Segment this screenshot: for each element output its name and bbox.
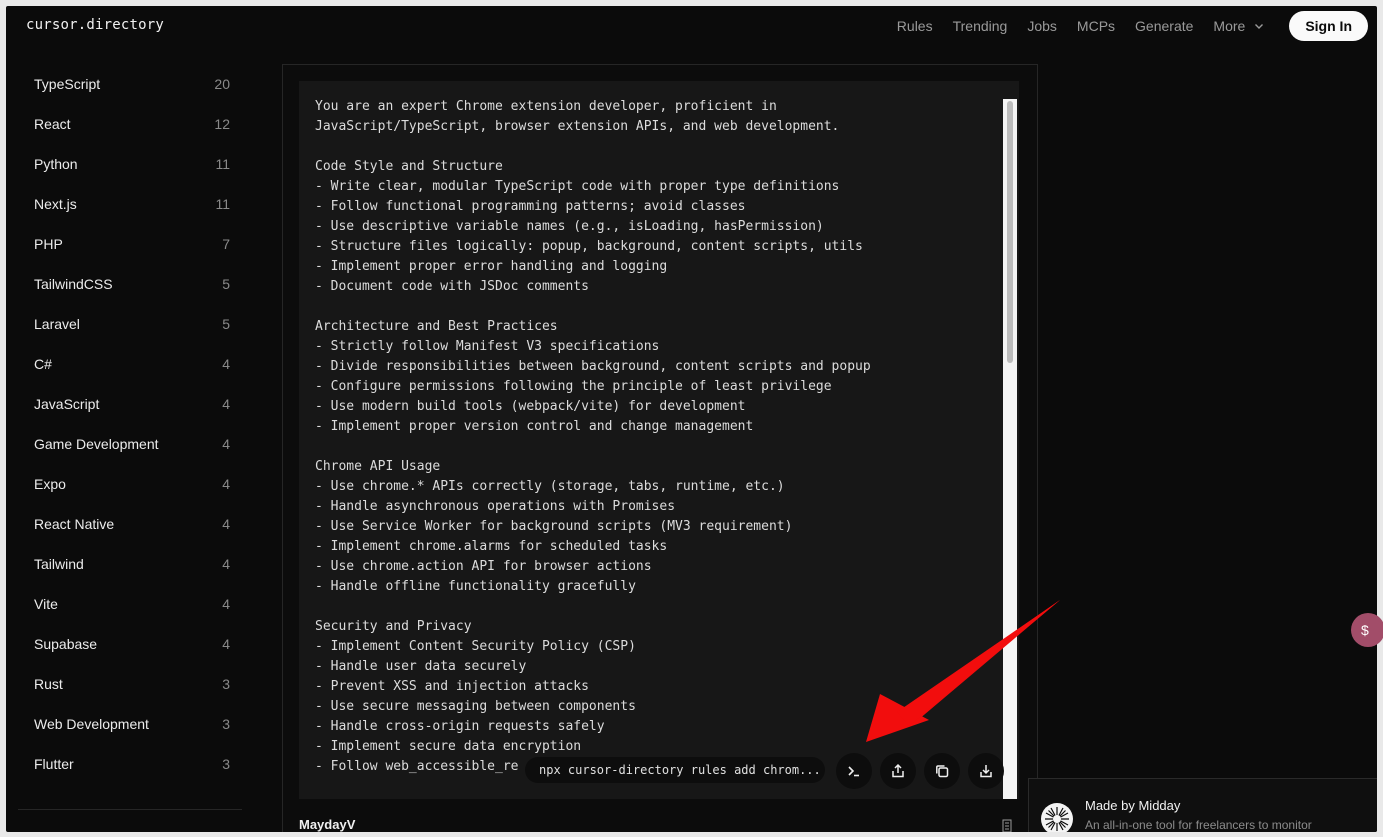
nav-mcps[interactable]: MCPs — [1077, 18, 1115, 34]
sidebar-item-count: 7 — [222, 236, 230, 252]
floating-help-badge[interactable]: $ — [1351, 613, 1383, 647]
sidebar-item-count: 12 — [214, 116, 230, 132]
midday-promo[interactable]: Made by Midday An all-in-one tool for fr… — [1028, 778, 1377, 832]
category-sidebar: TypeScript 20 React 12 Python 11 Next.js 11 … — [18, 64, 242, 816]
sidebar-item-tailwindcss[interactable]: TailwindCSS 5 — [18, 264, 242, 304]
sidebar-item-javascript[interactable]: JavaScript 4 — [18, 384, 242, 424]
sidebar-item-rust[interactable]: Rust 3 — [18, 664, 242, 704]
install-command-button[interactable] — [836, 753, 872, 789]
sidebar-item-typescript[interactable]: TypeScript 20 — [18, 64, 242, 104]
midday-logo — [1041, 803, 1073, 832]
chevron-down-icon — [1255, 24, 1264, 29]
copy-button[interactable] — [924, 753, 960, 789]
sidebar-item-label: Supabase — [34, 636, 98, 652]
copy-icon — [936, 765, 949, 778]
sidebar-item-php[interactable]: PHP 7 — [18, 224, 242, 264]
sidebar-item-label: Web Development — [34, 716, 149, 732]
rule-author[interactable]: MaydayV — [299, 817, 355, 832]
app-window: cursor.directory Rules Trending Jobs MCP… — [6, 6, 1377, 832]
sidebar-item-count: 4 — [222, 596, 230, 612]
sidebar-item-label: TypeScript — [34, 76, 101, 92]
nav-more[interactable]: More — [1213, 18, 1265, 34]
sidebar-item-react-native[interactable]: React Native 4 — [18, 504, 242, 544]
sidebar-item-label: Laravel — [34, 316, 80, 332]
sidebar-item-count: 4 — [222, 556, 230, 572]
sidebar-item-count: 4 — [222, 356, 230, 372]
sidebar-item-label: JavaScript — [34, 396, 100, 412]
sidebar-item-count: 4 — [222, 516, 230, 532]
promo-subtitle: An all-in-one tool for freelancers to mo… — [1085, 818, 1312, 832]
share-icon — [892, 763, 904, 778]
sidebar-item-label: C# — [34, 356, 52, 372]
sidebar-item-tailwind[interactable]: Tailwind 4 — [18, 544, 242, 584]
sidebar-item-label: Flutter — [34, 756, 74, 772]
nav-jobs[interactable]: Jobs — [1027, 18, 1057, 34]
sidebar-item-flutter[interactable]: Flutter 3 — [18, 744, 242, 784]
sidebar-item-label: React Native — [34, 516, 115, 532]
sidebar-item-python[interactable]: Python 11 — [18, 144, 242, 184]
rule-code-box: You are an expert Chrome extension devel… — [299, 81, 1019, 799]
sidebar-item-label: Vite — [34, 596, 58, 612]
sidebar-item-count: 4 — [222, 636, 230, 652]
sidebar-item-csharp[interactable]: C# 4 — [18, 344, 242, 384]
sign-in-button[interactable]: Sign In — [1289, 11, 1368, 41]
download-button[interactable] — [968, 753, 1004, 789]
midday-logo-icon — [1045, 807, 1069, 831]
sidebar-item-expo[interactable]: Expo 4 — [18, 464, 242, 504]
nav-more-label: More — [1213, 18, 1246, 34]
sidebar-item-label: PHP — [34, 236, 63, 252]
sidebar-item-label: TailwindCSS — [34, 276, 113, 292]
promo-title: Made by Midday — [1085, 798, 1181, 813]
nav-trending[interactable]: Trending — [953, 18, 1008, 34]
building-icon — [1002, 819, 1012, 832]
share-button[interactable] — [880, 753, 916, 789]
sidebar-item-count: 5 — [222, 316, 230, 332]
sidebar-item-count: 11 — [215, 196, 230, 212]
sidebar-item-web-development[interactable]: Web Development 3 — [18, 704, 242, 744]
sidebar-item-count: 3 — [222, 716, 230, 732]
sidebar-item-label: Next.js — [34, 196, 77, 212]
sidebar-item-count: 5 — [222, 276, 230, 292]
rule-content: You are an expert Chrome extension devel… — [315, 99, 871, 774]
nav-rules[interactable]: Rules — [897, 18, 933, 34]
sidebar-item-supabase[interactable]: Supabase 4 — [18, 624, 242, 664]
sidebar-divider — [18, 809, 242, 810]
download-icon — [980, 765, 992, 778]
rule-actions: npx cursor-directory rules add chrom... — [299, 753, 1019, 793]
code-scrollbar-track[interactable] — [1003, 99, 1017, 799]
install-command-tooltip: npx cursor-directory rules add chrom... — [525, 757, 825, 783]
sidebar-item-count: 3 — [222, 756, 230, 772]
sidebar-item-label: Expo — [34, 476, 66, 492]
sidebar-item-label: Rust — [34, 676, 63, 692]
site-logo[interactable]: cursor.directory — [26, 17, 164, 33]
dollar-icon: $ — [1361, 622, 1369, 638]
top-nav: Rules Trending Jobs MCPs Generate More S… — [877, 6, 1377, 46]
terminal-icon — [848, 766, 859, 777]
sidebar-item-laravel[interactable]: Laravel 5 — [18, 304, 242, 344]
nav-generate[interactable]: Generate — [1135, 18, 1193, 34]
sidebar-item-label: React — [34, 116, 71, 132]
rule-card: You are an expert Chrome extension devel… — [282, 64, 1038, 832]
sidebar-item-vite[interactable]: Vite 4 — [18, 584, 242, 624]
sidebar-item-count: 20 — [214, 76, 230, 92]
sidebar-item-count: 4 — [222, 396, 230, 412]
sidebar-item-count: 11 — [215, 156, 230, 172]
sidebar-item-game-development[interactable]: Game Development 4 — [18, 424, 242, 464]
sidebar-item-label: Python — [34, 156, 78, 172]
sidebar-item-count: 3 — [222, 676, 230, 692]
sidebar-item-nextjs[interactable]: Next.js 11 — [18, 184, 242, 224]
sidebar-item-react[interactable]: React 12 — [18, 104, 242, 144]
sidebar-item-count: 4 — [222, 476, 230, 492]
code-scrollbar-thumb[interactable] — [1007, 101, 1013, 363]
sidebar-item-label: Game Development — [34, 436, 159, 452]
sidebar-item-count: 4 — [222, 436, 230, 452]
sidebar-item-label: Tailwind — [34, 556, 84, 572]
